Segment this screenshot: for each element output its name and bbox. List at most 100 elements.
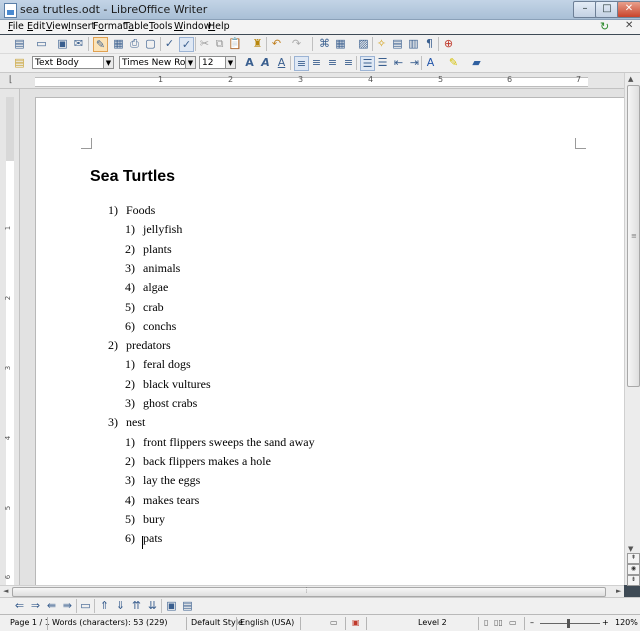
zoom-in-button[interactable]: +: [602, 618, 609, 627]
zoom-level[interactable]: 120%: [615, 618, 638, 627]
insert-mode-icon[interactable]: ▭: [330, 618, 338, 627]
email-icon[interactable]: ✉: [72, 37, 85, 50]
writer-app-icon[interactable]: [4, 3, 17, 18]
font-name-dropdown[interactable]: ▼: [185, 56, 196, 69]
undo-icon[interactable]: ↶: [270, 37, 283, 50]
promote-with-subpoints-icon[interactable]: ⇚: [45, 599, 58, 612]
scroll-left-icon[interactable]: ◄: [3, 587, 8, 595]
align-center-icon[interactable]: ≡: [310, 56, 323, 69]
autospell-icon[interactable]: ✓: [179, 37, 194, 52]
sub-list-item[interactable]: 2) black vultures: [125, 377, 211, 392]
export-pdf-icon[interactable]: ▦: [112, 37, 125, 50]
redo-icon[interactable]: ↷: [290, 37, 303, 50]
multi-page-view-icon[interactable]: ▯▯: [494, 618, 503, 627]
italic-icon[interactable]: A: [259, 56, 272, 69]
menu-item[interactable]: Tools: [149, 21, 172, 32]
styles-icon[interactable]: ▤: [13, 56, 26, 69]
sub-list-item[interactable]: 2) back flippers makes a hole: [125, 454, 271, 469]
increase-indent-icon[interactable]: ⇥: [408, 56, 421, 69]
sub-list-item[interactable]: 5) bury: [125, 512, 165, 527]
vertical-scroll-thumb[interactable]: ≡: [627, 85, 640, 387]
sub-list-item[interactable]: 1) feral dogs: [125, 357, 191, 372]
print-preview-icon[interactable]: ▢: [144, 37, 157, 50]
font-color-icon[interactable]: A: [424, 56, 437, 69]
paragraph-style-dropdown[interactable]: ▼: [103, 56, 114, 69]
horizontal-ruler[interactable]: ⌊ 1 2 3 4 5 6 7: [0, 73, 624, 89]
page-count[interactable]: Page 1 / 1: [10, 618, 50, 627]
next-page-button[interactable]: ⇟: [627, 575, 640, 586]
sub-list-item[interactable]: 1) jellyfish: [125, 222, 182, 237]
sub-list-item[interactable]: 1) front flippers sweeps the sand away: [125, 435, 315, 450]
word-count[interactable]: Words (characters): 53 (229): [52, 618, 167, 627]
numbering-icon[interactable]: ☰: [360, 56, 375, 71]
help-icon[interactable]: ⊕: [442, 37, 455, 50]
formatting-marks-icon[interactable]: ¶: [423, 37, 436, 50]
menu-item[interactable]: Window: [174, 21, 211, 32]
document-heading[interactable]: Sea Turtles: [90, 168, 175, 186]
justify-icon[interactable]: ≡: [342, 56, 355, 69]
book-view-icon[interactable]: ▭: [509, 618, 517, 627]
table-icon[interactable]: ▦: [334, 37, 347, 50]
font-name-combo[interactable]: Times New Roman: [119, 56, 186, 69]
sync-icon[interactable]: ↻: [600, 20, 614, 33]
previous-page-button[interactable]: ⇞: [627, 553, 640, 564]
sub-list-item[interactable]: 3) animals: [125, 261, 180, 276]
insert-unnumbered-entry-icon[interactable]: ▭: [79, 599, 92, 612]
tab-stop-icon[interactable]: ⌊: [9, 75, 13, 85]
save-icon[interactable]: ▣: [56, 37, 69, 50]
menu-item[interactable]: Table: [124, 21, 149, 32]
move-down-icon[interactable]: ⇓: [114, 599, 127, 612]
menu-item[interactable]: File: [8, 21, 24, 32]
zoom-slider-track[interactable]: [540, 623, 600, 624]
edit-mode-icon[interactable]: ✎: [93, 37, 108, 52]
demote-with-subpoints-icon[interactable]: ⇛: [61, 599, 74, 612]
bullets-icon[interactable]: ☰: [376, 56, 389, 69]
vertical-ruler[interactable]: 1 2 3 4 5 6: [0, 89, 20, 585]
new-document-icon[interactable]: ▤: [13, 37, 26, 50]
document-area[interactable]: Sea Turtles 1) Foods 1) jellyfish 2) plants 3)…: [20, 89, 624, 585]
cut-icon[interactable]: ✂: [198, 37, 211, 50]
sub-list-item[interactable]: 4) algae: [125, 280, 168, 295]
menu-item[interactable]: Format: [93, 21, 127, 32]
title-bar[interactable]: sea trutles.odt - LibreOffice Writer – □…: [0, 0, 640, 20]
scroll-down-icon[interactable]: ▼: [628, 545, 633, 553]
document-modified-icon[interactable]: ▣: [352, 618, 360, 627]
bold-icon[interactable]: A: [243, 56, 256, 69]
close-button[interactable]: ✕: [617, 1, 640, 18]
menu-item[interactable]: Help: [208, 21, 230, 32]
menu-item[interactable]: Insert: [68, 21, 95, 32]
list-item[interactable]: 2) predators: [108, 338, 171, 353]
hyperlink-icon[interactable]: ⌘: [318, 37, 331, 50]
highlighting-icon[interactable]: ✎: [447, 56, 460, 69]
vertical-scrollbar[interactable]: ▲ ≡ ⇞ ◉ ⇟ ▼: [624, 73, 640, 586]
open-folder-icon[interactable]: ▭: [35, 37, 48, 50]
clone-formatting-icon[interactable]: ♜: [251, 37, 264, 50]
menu-item[interactable]: View: [46, 21, 69, 32]
scroll-up-icon[interactable]: ▲: [628, 75, 633, 83]
move-up-with-subpoints-icon[interactable]: ⇈: [130, 599, 143, 612]
data-sources-icon[interactable]: ▥: [407, 37, 420, 50]
navigator-icon[interactable]: ✧: [375, 37, 388, 50]
copy-icon[interactable]: ⧉: [213, 37, 226, 50]
sub-list-item[interactable]: 5) crab: [125, 300, 164, 315]
bullets-and-numbering-icon[interactable]: ▤: [181, 599, 194, 612]
document-page[interactable]: Sea Turtles 1) Foods 1) jellyfish 2) plants 3)…: [35, 97, 624, 585]
text-language[interactable]: English (USA): [240, 618, 294, 627]
promote-icon[interactable]: ⇐: [13, 599, 26, 612]
print-icon[interactable]: ⎙: [128, 37, 141, 50]
navigation-target-button[interactable]: ◉: [627, 564, 640, 575]
paragraph-style-combo[interactable]: Text Body: [32, 56, 104, 69]
underline-icon[interactable]: A: [275, 56, 288, 69]
zoom-slider-thumb[interactable]: [567, 619, 570, 628]
scroll-right-icon[interactable]: ►: [616, 587, 621, 595]
align-right-icon[interactable]: ≡: [326, 56, 339, 69]
decrease-indent-icon[interactable]: ⇤: [392, 56, 405, 69]
sub-list-item[interactable]: 4) makes tears: [125, 493, 199, 508]
list-item[interactable]: 3) nest: [108, 415, 145, 430]
gallery-icon[interactable]: ▤: [391, 37, 404, 50]
zoom-out-button[interactable]: –: [530, 618, 534, 627]
sub-list-item[interactable]: 3) ghost crabs: [125, 396, 197, 411]
single-page-view-icon[interactable]: ▯: [484, 618, 488, 627]
image-icon[interactable]: ▨: [357, 37, 370, 50]
font-size-dropdown[interactable]: ▼: [225, 56, 236, 69]
